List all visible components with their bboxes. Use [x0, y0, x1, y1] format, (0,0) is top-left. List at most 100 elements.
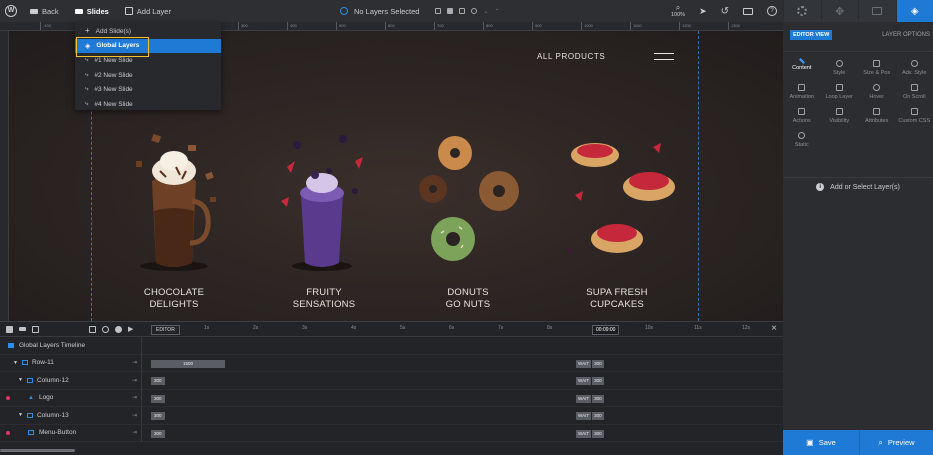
- layer-settings-tab[interactable]: ◈: [895, 0, 933, 22]
- pin-icon[interactable]: ⇥: [132, 359, 137, 366]
- chevron-down-icon[interactable]: ▼: [13, 360, 18, 366]
- panel-mode-tabs: ✥ ◈: [783, 0, 933, 22]
- pin-icon[interactable]: ⇥: [132, 429, 137, 436]
- layer-label[interactable]: Menu-Button ⇥: [0, 424, 142, 442]
- list-icon[interactable]: [19, 327, 26, 331]
- duration-bar[interactable]: 1500: [151, 359, 225, 368]
- layer-select-icon[interactable]: [340, 7, 348, 15]
- layer-label[interactable]: ▼ Column-12 ⇥: [0, 371, 142, 389]
- table-row[interactable]: ▼ Column-12 ⇥ 300 WAIT 300: [0, 371, 783, 390]
- editor-view-badge[interactable]: EDITOR VIEW: [790, 30, 833, 40]
- table-row[interactable]: ▲ Logo ⇥ 300 WAIT 300: [0, 389, 783, 407]
- slide-settings-tab[interactable]: [858, 0, 896, 22]
- wait-label: WAIT: [576, 429, 592, 438]
- folder-icon: [8, 342, 14, 348]
- wait-chip[interactable]: WAIT 300: [576, 412, 604, 420]
- tab-hover[interactable]: Hover: [858, 84, 896, 100]
- layer-label[interactable]: ▼ Row-11 ⇥: [0, 354, 142, 372]
- layers-icon[interactable]: [6, 325, 13, 333]
- layer-label[interactable]: ▲ Logo ⇥: [0, 389, 142, 407]
- slides-label: Slides: [86, 6, 109, 16]
- cursor-icon[interactable]: ➤: [699, 6, 707, 17]
- loop-icon[interactable]: [102, 325, 109, 333]
- tab-custom-css[interactable]: Custom CSS: [896, 108, 933, 124]
- editor-badge[interactable]: EDITOR: [151, 325, 180, 335]
- product-donuts[interactable]: DONUTS GO NUTS: [413, 131, 543, 321]
- chevron-down-icon[interactable]: ▼: [18, 377, 23, 383]
- help-icon[interactable]: ?: [767, 6, 777, 16]
- pin-icon[interactable]: ⇥: [132, 377, 137, 384]
- global-layers-item[interactable]: ◈ Global Layers: [75, 36, 221, 57]
- caption-line: CHOCOLATE: [143, 287, 205, 298]
- wait-chip[interactable]: WAIT 300: [576, 359, 604, 368]
- slide-item-1[interactable]: ⤷ #1 New Slide: [75, 53, 221, 68]
- all-products-link[interactable]: ALL PRODUCTS: [537, 52, 605, 61]
- magnifier-icon: ⌕: [675, 3, 681, 12]
- chevron-up-icon[interactable]: ⌃: [494, 8, 499, 15]
- folder-icon[interactable]: [32, 325, 39, 333]
- wait-chip[interactable]: WAIT 300: [576, 429, 604, 438]
- tab-actions[interactable]: Actions: [783, 108, 821, 124]
- duration-bar[interactable]: 300: [151, 394, 165, 403]
- visibility-icon[interactable]: [471, 8, 478, 14]
- wait-chip[interactable]: WAIT 300: [576, 377, 604, 385]
- pointer-icon: [798, 108, 806, 115]
- grid-icon[interactable]: [89, 325, 96, 333]
- layer-label[interactable]: ▼ Column-13 ⇥: [0, 406, 142, 424]
- table-row[interactable]: ▼ Column-13 ⇥ 300 WAIT 300: [0, 406, 783, 425]
- product-fruity[interactable]: FRUITY SENSATIONS: [267, 131, 397, 321]
- wordpress-logo-button[interactable]: W: [0, 0, 22, 22]
- slide-item-2[interactable]: ⤷ #2 New Slide: [75, 68, 221, 83]
- add-layer-button[interactable]: Add Layer: [117, 0, 179, 22]
- duration-bar[interactable]: 300: [151, 377, 165, 385]
- tab-adv-style[interactable]: Adv. Style: [896, 60, 933, 76]
- timeline-scrollbar[interactable]: [0, 449, 75, 452]
- table-row[interactable]: ▼ Row-11 ⇥ 1500 WAIT 300: [0, 354, 783, 372]
- product-chocolate[interactable]: CHOCOLATE DELIGHTS: [122, 131, 252, 321]
- tab-on-scroll[interactable]: On Scroll: [896, 84, 933, 100]
- desktop-icon[interactable]: [743, 7, 753, 15]
- slide-item-3[interactable]: ⤷ #3 New Slide: [75, 82, 221, 97]
- chevron-down-icon[interactable]: ▼: [18, 412, 23, 418]
- delete-icon[interactable]: [447, 8, 454, 14]
- chevron-down-icon[interactable]: ⌄: [483, 8, 488, 15]
- timeline-title-row: Global Layers Timeline: [0, 336, 783, 355]
- loop-icon: [835, 84, 843, 91]
- close-icon[interactable]: ×: [771, 324, 777, 334]
- back-button[interactable]: Back: [22, 0, 67, 22]
- pin-icon[interactable]: ⇥: [132, 394, 137, 401]
- tab-visibility[interactable]: Visibility: [821, 108, 859, 124]
- save-button[interactable]: ▣ Save: [783, 430, 860, 455]
- product-cupcakes[interactable]: SUPA FRESH CUPCAKES: [565, 131, 695, 321]
- tab-size-pos[interactable]: Size & Pos: [858, 60, 896, 76]
- table-row[interactable]: Menu-Button ⇥ 300 WAIT 300: [0, 424, 783, 442]
- time-mark: 6s: [449, 325, 455, 331]
- tab-style[interactable]: Style: [821, 60, 859, 76]
- tab-static[interactable]: Static: [783, 132, 821, 148]
- current-time[interactable]: 00:09:00: [592, 325, 620, 335]
- undo-icon[interactable]: ↺: [721, 6, 729, 17]
- pin-icon[interactable]: ⇥: [132, 412, 137, 419]
- play-icon[interactable]: ▶: [128, 325, 133, 333]
- duration-bar[interactable]: 300: [151, 429, 165, 438]
- tab-animation[interactable]: Animation: [783, 84, 821, 100]
- lock-icon[interactable]: [459, 8, 466, 14]
- wait-chip[interactable]: WAIT 300: [576, 394, 604, 403]
- gear-icon[interactable]: [115, 325, 122, 333]
- slide-item-4[interactable]: ⤷ #4 New Slide: [75, 97, 221, 112]
- menu-hamburger-icon[interactable]: [654, 53, 674, 65]
- tab-label: Content: [792, 65, 812, 71]
- slider-settings-tab[interactable]: [783, 0, 821, 22]
- timeline-title-text: Global Layers Timeline: [19, 341, 86, 349]
- tab-loop-layer[interactable]: Loop Layer: [821, 84, 859, 100]
- tab-attributes[interactable]: Attributes: [858, 108, 896, 124]
- tab-content[interactable]: Content: [783, 58, 821, 76]
- zoom-control[interactable]: ⌕ 100%: [671, 3, 685, 19]
- timeline-header: ▶ EDITOR 1s 2s 3s 4s 5s 6s 7s 8s 00:09:0…: [0, 322, 783, 337]
- duplicate-icon[interactable]: [435, 8, 442, 14]
- column-icon: [26, 412, 33, 418]
- slides-button[interactable]: Slides: [67, 0, 117, 22]
- preview-button[interactable]: ⌕ Preview: [860, 430, 933, 455]
- navigation-settings-tab[interactable]: ✥: [820, 0, 859, 22]
- duration-bar[interactable]: 300: [151, 412, 165, 420]
